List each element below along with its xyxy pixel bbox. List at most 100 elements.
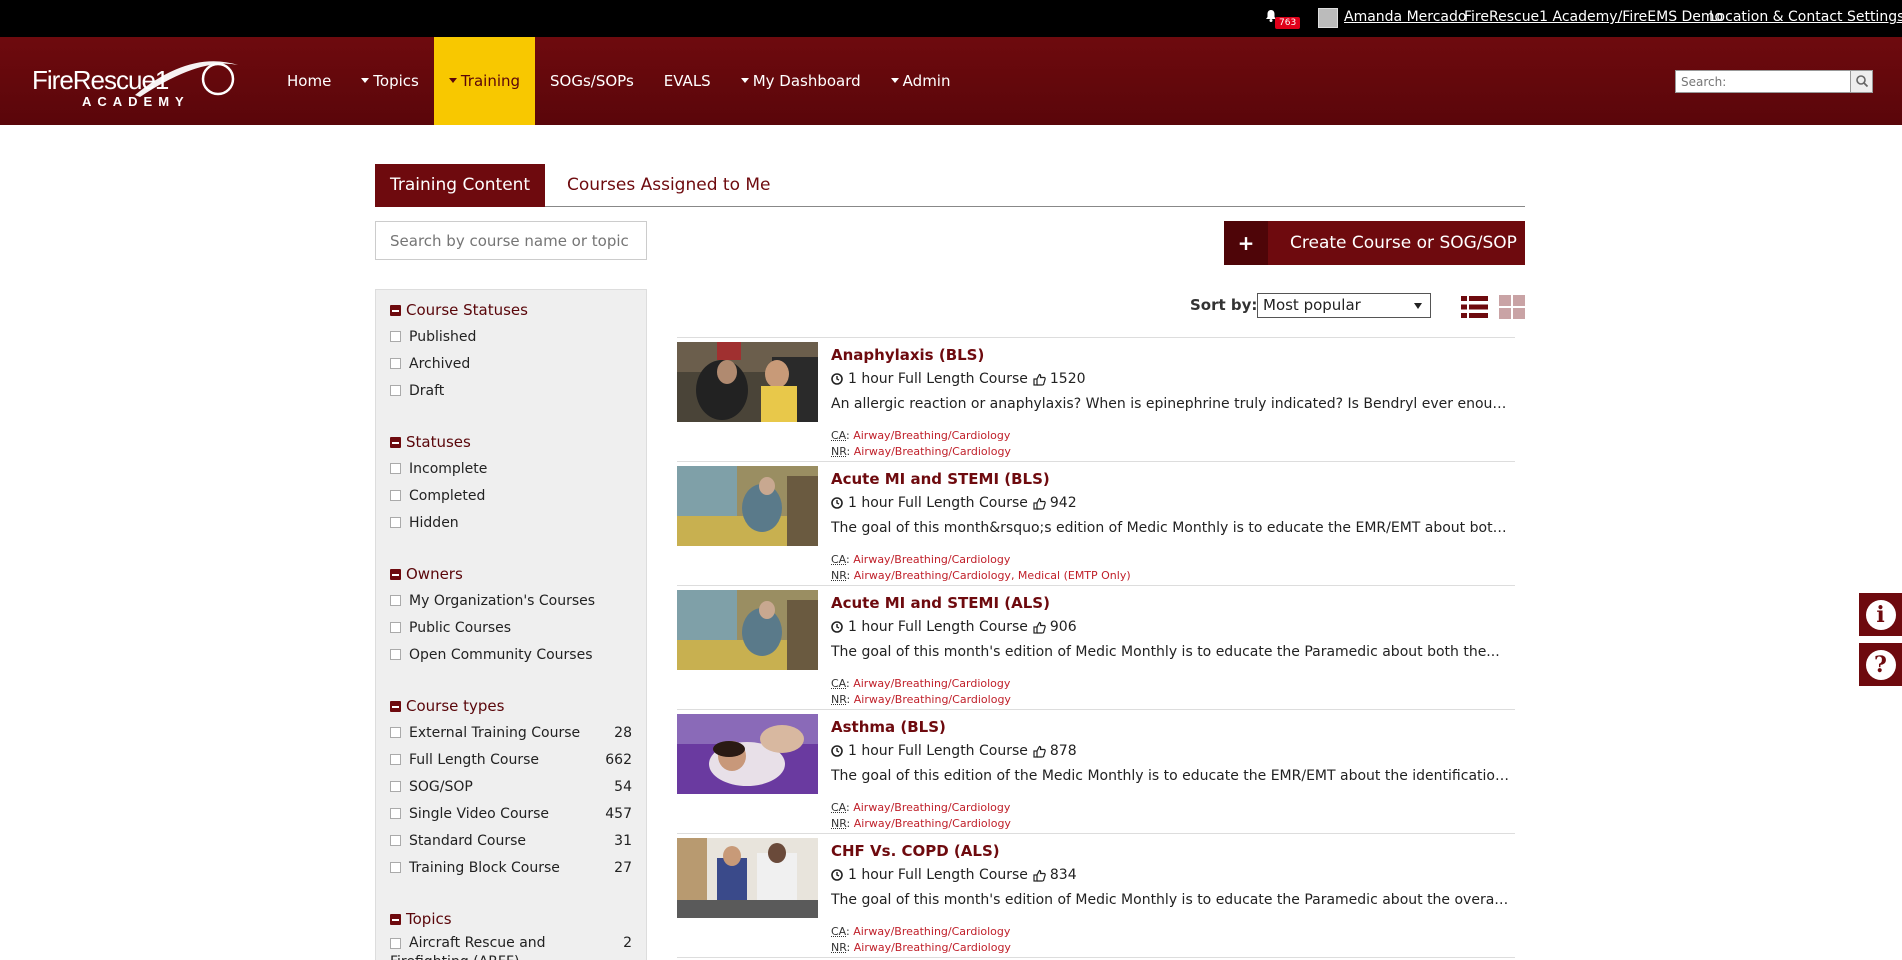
info-widget-button[interactable]: i <box>1859 593 1902 636</box>
filter-checkbox[interactable] <box>390 649 401 660</box>
grid-view-icon[interactable] <box>1499 295 1525 319</box>
filter-option[interactable]: Open Community Courses <box>390 641 632 668</box>
course-thumbnail[interactable] <box>677 590 818 670</box>
filter-option[interactable]: Archived <box>390 350 632 377</box>
filter-checkbox[interactable] <box>390 862 401 873</box>
firerescue1-academy-logo[interactable]: FireRescue1 ACADEMY <box>32 55 242 107</box>
course-thumbnail[interactable] <box>677 714 818 794</box>
course-description: The goal of this month's edition of Medi… <box>831 644 1511 660</box>
filter-option[interactable]: Published <box>390 323 632 350</box>
tag-topic-link[interactable]: Airway/Breathing/Cardiology <box>854 693 1011 706</box>
filter-option[interactable]: Draft <box>390 377 632 404</box>
header-search-button[interactable] <box>1850 71 1872 92</box>
collapse-minus-icon[interactable] <box>390 305 401 316</box>
course-row[interactable]: Acute MI and STEMI (ALS) 1 hour Full Leng… <box>677 586 1515 710</box>
course-row[interactable]: Anaphylaxis (BLS) 1 hour Full Length Cour… <box>677 338 1515 462</box>
course-title-link[interactable]: CHF Vs. COPD (ALS) <box>831 842 1000 860</box>
filter-heading[interactable]: Owners <box>390 564 632 584</box>
course-title-link[interactable]: Asthma (BLS) <box>831 718 946 736</box>
nav-item-sogs-sops[interactable]: SOGs/SOPs <box>535 37 649 125</box>
filter-option[interactable]: External Training Course 28 <box>390 719 632 746</box>
course-thumbnail[interactable] <box>677 342 818 422</box>
create-course-button[interactable]: + Create Course or SOG/SOP <box>1224 221 1525 265</box>
tag-topic-link[interactable]: Airway/Breathing/Cardiology, Medical (EM… <box>854 569 1131 582</box>
thumbs-up-icon[interactable] <box>1033 621 1046 634</box>
user-name-link[interactable]: Amanda Mercado <box>1344 9 1466 25</box>
nav-item-training[interactable]: Training <box>434 37 535 125</box>
header-search-input[interactable] <box>1676 71 1850 92</box>
filter-checkbox[interactable] <box>390 622 401 633</box>
filter-option[interactable]: Single Video Course 457 <box>390 800 632 827</box>
filter-checkbox[interactable] <box>390 463 401 474</box>
filter-heading[interactable]: Topics <box>390 909 632 929</box>
tag-topic-link[interactable]: Airway/Breathing/Cardiology <box>854 445 1011 458</box>
tab-training-content[interactable]: Training Content <box>375 164 545 207</box>
filter-option-label: Open Community Courses <box>409 647 593 663</box>
nav-item-home[interactable]: Home <box>272 37 346 125</box>
filter-checkbox[interactable] <box>390 808 401 819</box>
filter-checkbox[interactable] <box>390 781 401 792</box>
filter-checkbox[interactable] <box>390 727 401 738</box>
filter-option[interactable]: Training Block Course 27 <box>390 854 632 881</box>
filter-checkbox[interactable] <box>390 595 401 606</box>
filter-option[interactable]: Full Length Course 662 <box>390 746 632 773</box>
filter-option[interactable]: SOG/SOP 54 <box>390 773 632 800</box>
filter-option[interactable]: Hidden <box>390 509 632 536</box>
nav-item-admin[interactable]: Admin <box>876 37 966 125</box>
collapse-minus-icon[interactable] <box>390 437 401 448</box>
filter-heading[interactable]: Course Statuses <box>390 300 632 320</box>
thumbs-up-icon[interactable] <box>1033 869 1046 882</box>
collapse-minus-icon[interactable] <box>390 569 401 580</box>
list-view-icon[interactable] <box>1461 295 1488 319</box>
filter-option[interactable]: Aircraft Rescue and Firefighting (ARFF) 2 <box>390 932 632 960</box>
filter-checkbox[interactable] <box>390 331 401 342</box>
filter-checkbox[interactable] <box>390 754 401 765</box>
tab-courses-assigned[interactable]: Courses Assigned to Me <box>552 164 786 207</box>
notification-count-badge[interactable]: 763 <box>1275 17 1300 29</box>
course-thumbnail[interactable] <box>677 838 818 918</box>
location-settings-link[interactable]: Location & Contact Settings <box>1709 9 1902 25</box>
filter-checkbox[interactable] <box>390 358 401 369</box>
collapse-minus-icon[interactable] <box>390 914 401 925</box>
course-row[interactable]: Acute MI and STEMI (BLS) 1 hour Full Leng… <box>677 462 1515 586</box>
nav-item-topics[interactable]: Topics <box>346 37 434 125</box>
thumbs-up-icon[interactable] <box>1033 373 1046 386</box>
collapse-minus-icon[interactable] <box>390 701 401 712</box>
help-widget-button[interactable]: ? <box>1859 643 1902 686</box>
tag-topic-link[interactable]: Airway/Breathing/Cardiology <box>854 941 1011 954</box>
thumbs-up-icon[interactable] <box>1033 497 1046 510</box>
course-row[interactable]: CHF Vs. COPD (ALS) 1 hour Full Length Cou… <box>677 834 1515 958</box>
course-row[interactable]: Asthma (BLS) 1 hour Full Length Course 878… <box>677 710 1515 834</box>
course-search-input[interactable] <box>375 221 647 260</box>
filter-heading[interactable]: Statuses <box>390 432 632 452</box>
tag-topic-link[interactable]: Airway/Breathing/Cardiology <box>853 925 1010 938</box>
filter-option[interactable]: Public Courses <box>390 614 632 641</box>
organization-link[interactable]: FireRescue1 Academy/FireEMS Demo <box>1464 9 1723 25</box>
tag-topic-link[interactable]: Airway/Breathing/Cardiology <box>853 801 1010 814</box>
filter-checkbox[interactable] <box>390 835 401 846</box>
filter-option[interactable]: Incomplete <box>390 455 632 482</box>
course-title-link[interactable]: Anaphylaxis (BLS) <box>831 346 984 364</box>
filter-option[interactable]: Completed <box>390 482 632 509</box>
tag-topic-link[interactable]: Airway/Breathing/Cardiology <box>853 553 1010 566</box>
filter-heading[interactable]: Course types <box>390 696 632 716</box>
course-title-link[interactable]: Acute MI and STEMI (BLS) <box>831 470 1050 488</box>
filter-checkbox[interactable] <box>390 385 401 396</box>
filter-checkbox[interactable] <box>390 517 401 528</box>
tag-topic-link[interactable]: Airway/Breathing/Cardiology <box>853 429 1010 442</box>
course-title-link[interactable]: Acute MI and STEMI (ALS) <box>831 594 1050 612</box>
course-thumbnail[interactable] <box>677 466 818 546</box>
course-like-count: 834 <box>1050 867 1077 883</box>
tag-topic-link[interactable]: Airway/Breathing/Cardiology <box>853 677 1010 690</box>
nav-item-evals[interactable]: EVALS <box>649 37 726 125</box>
filter-option[interactable]: My Organization's Courses <box>390 587 632 614</box>
user-avatar[interactable] <box>1318 8 1338 28</box>
sort-select[interactable]: Most popular <box>1257 293 1431 318</box>
thumbs-up-icon[interactable] <box>1033 745 1046 758</box>
tag-topic-link[interactable]: Airway/Breathing/Cardiology <box>854 817 1011 830</box>
header-search <box>1675 70 1873 93</box>
filter-checkbox[interactable] <box>390 490 401 501</box>
filter-option[interactable]: Standard Course 31 <box>390 827 632 854</box>
course-tag-nr: NR: Airway/Breathing/Cardiology <box>831 693 1011 706</box>
nav-item-my-dashboard[interactable]: My Dashboard <box>726 37 876 125</box>
